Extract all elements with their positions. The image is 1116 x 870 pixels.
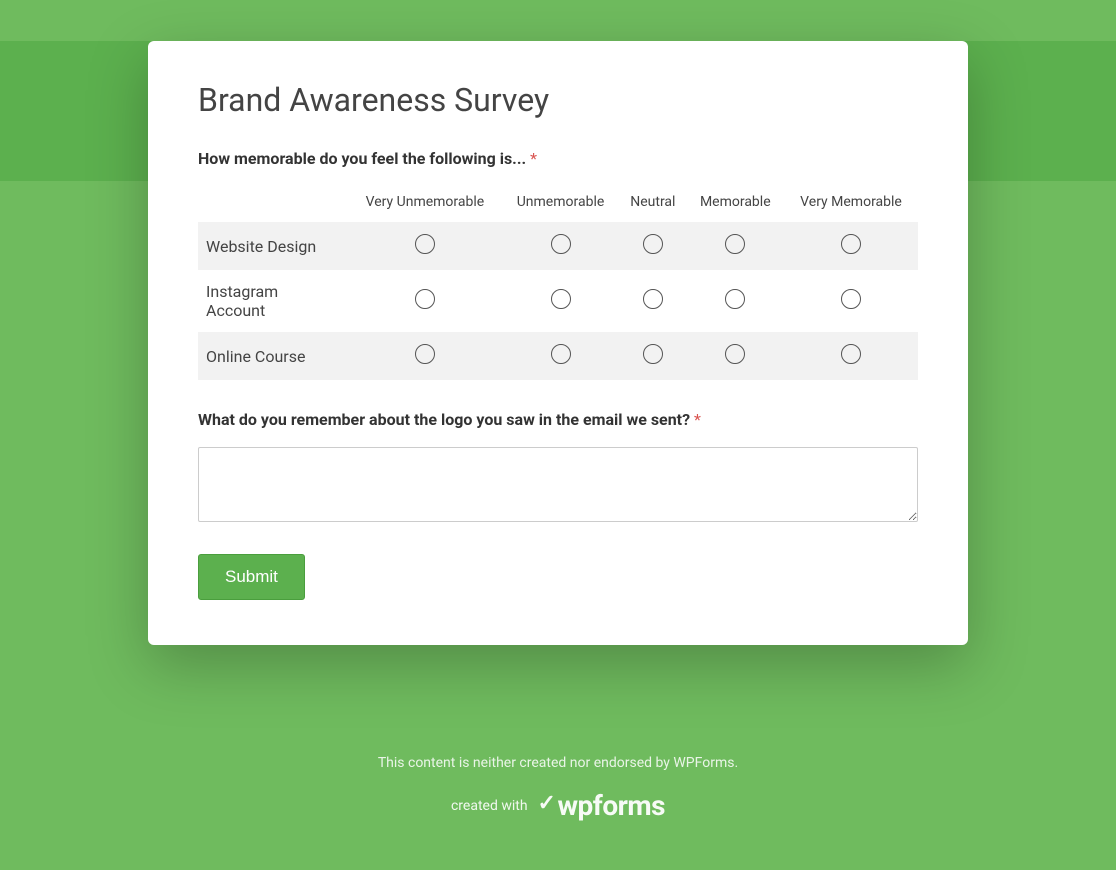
radio-r2-c1[interactable] [415,289,435,309]
radio-r3-c1[interactable] [415,344,435,364]
page-title: Brand Awareness Survey [198,81,918,119]
radio-r3-c3[interactable] [643,344,663,364]
matrix-corner [198,186,348,222]
required-indicator: * [530,149,537,168]
radio-r3-c5[interactable] [841,344,861,364]
radio-r3-c4[interactable] [725,344,745,364]
table-row: Online Course [198,332,918,380]
question-2-label: What do you remember about the logo you … [198,410,918,429]
radio-r1-c1[interactable] [415,234,435,254]
created-with-text: created with [451,798,528,814]
col-header-5: Very Memorable [784,186,918,222]
wpforms-logo: ✓wpforms [538,789,665,822]
radio-r2-c4[interactable] [725,289,745,309]
question-2-text: What do you remember about the logo you … [198,410,690,429]
brand-text: wpforms [557,789,665,822]
radio-r1-c2[interactable] [551,234,571,254]
radio-r3-c2[interactable] [551,344,571,364]
question-1-text: How memorable do you feel the following … [198,149,526,168]
table-row: Instagram Account [198,270,918,332]
col-header-4: Memorable [687,186,784,222]
question-1-label: How memorable do you feel the following … [198,149,918,168]
radio-r1-c3[interactable] [643,234,663,254]
row-label-1: Website Design [198,222,348,270]
col-header-2: Unmemorable [502,186,619,222]
table-row: Website Design [198,222,918,270]
radio-r2-c2[interactable] [551,289,571,309]
likert-matrix: Very Unmemorable Unmemorable Neutral Mem… [198,186,918,380]
created-with-line: created with ✓wpforms [0,789,1116,822]
radio-r2-c3[interactable] [643,289,663,309]
row-label-2: Instagram Account [198,270,348,332]
check-icon: ✓ [538,791,556,816]
submit-button[interactable]: Submit [198,554,305,600]
radio-r1-c5[interactable] [841,234,861,254]
page-footer: This content is neither created nor endo… [0,755,1116,822]
col-header-3: Neutral [619,186,686,222]
survey-card: Brand Awareness Survey How memorable do … [148,41,968,645]
logo-memory-textarea[interactable] [198,447,918,522]
col-header-1: Very Unmemorable [348,186,502,222]
radio-r1-c4[interactable] [725,234,745,254]
row-label-3: Online Course [198,332,348,380]
radio-r2-c5[interactable] [841,289,861,309]
required-indicator: * [694,410,701,429]
footer-disclaimer: This content is neither created nor endo… [0,755,1116,771]
